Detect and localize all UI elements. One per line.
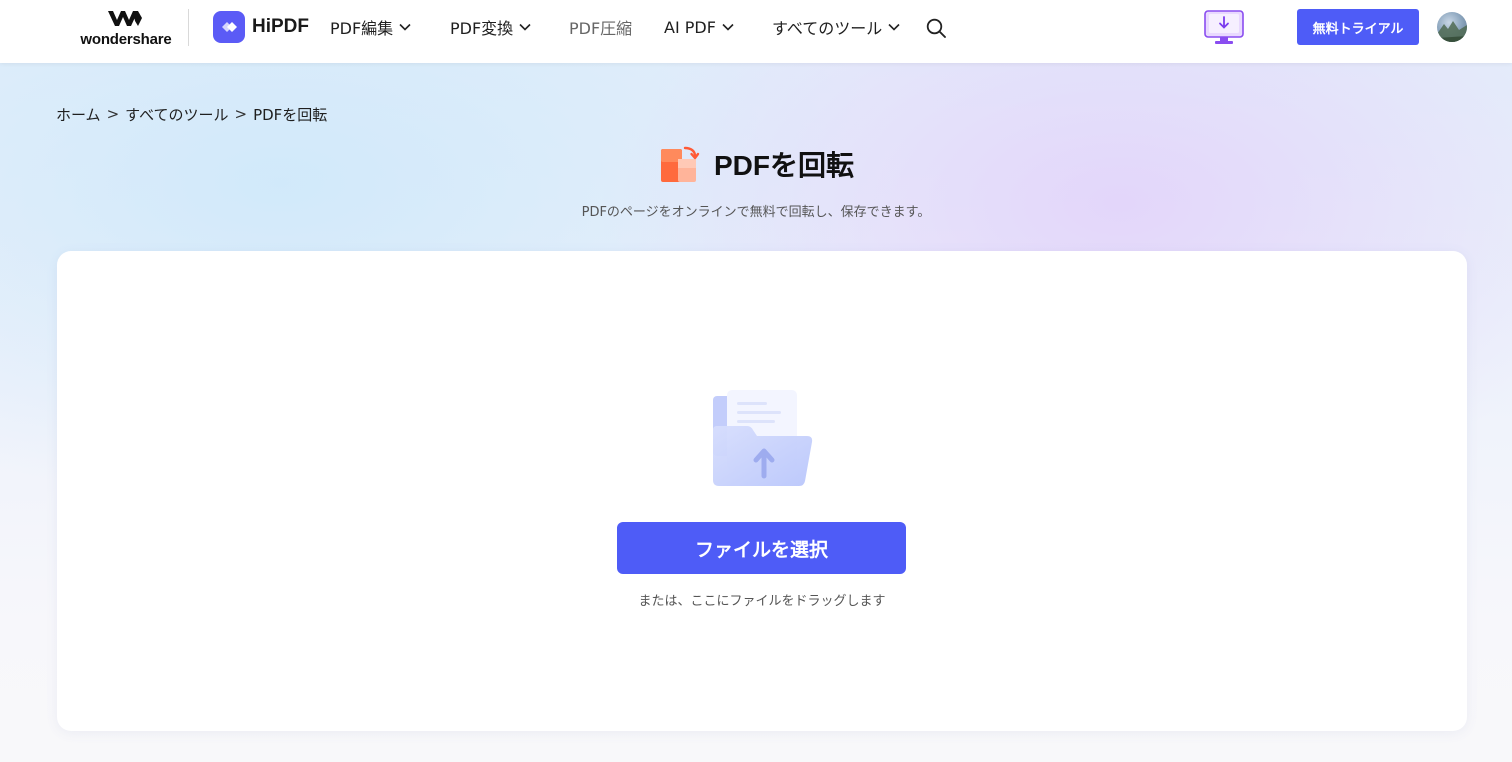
search-icon[interactable] — [925, 17, 947, 39]
breadcrumb-current-page: PDFを回転 — [253, 105, 328, 124]
nav-label: すべてのツール — [772, 19, 883, 38]
hipdf-logo[interactable]: HiPDF — [213, 11, 309, 43]
breadcrumb-home-link[interactable]: ホーム — [56, 104, 101, 125]
breadcrumb-separator: > — [106, 105, 120, 123]
wondershare-logo[interactable]: wondershare — [78, 9, 174, 49]
nav-ai-pdf[interactable]: AI PDF — [664, 16, 735, 38]
nav-label: PDF圧縮 — [569, 19, 633, 38]
wondershare-wordmark: wondershare — [80, 31, 172, 48]
breadcrumb-all-tools-link[interactable]: すべてのツール — [125, 104, 228, 125]
upload-dropzone[interactable]: ファイルを選択 または、ここにファイルをドラッグします — [57, 251, 1467, 731]
breadcrumb-separator: > — [234, 105, 248, 123]
nav-label: PDF変換 — [450, 19, 514, 38]
breadcrumb: ホーム > すべてのツール > PDFを回転 — [56, 103, 327, 125]
page-subtitle: PDFのページをオンラインで無料で回転し、保存できます。 — [581, 205, 931, 220]
hipdf-wordmark: HiPDF — [252, 16, 309, 37]
nav-pdf-convert[interactable]: PDF変換 — [450, 16, 532, 38]
page-title: PDFを回転 — [713, 150, 854, 181]
user-avatar[interactable] — [1437, 12, 1467, 42]
nav-label: PDF編集 — [330, 19, 394, 38]
nav-pdf-edit[interactable]: PDF編集 — [330, 16, 412, 38]
nav-all-tools[interactable]: すべてのツール — [772, 16, 901, 38]
chevron-down-icon — [722, 23, 734, 31]
chevron-down-icon — [399, 23, 411, 31]
top-navigation-bar: wondershare HiPDF PDF編集 PDF変換 PDF圧縮 AI P… — [0, 0, 1512, 63]
nav-pdf-compress[interactable]: PDF圧縮 — [569, 16, 632, 38]
free-trial-button[interactable]: 無料トライアル — [1297, 9, 1419, 45]
chevron-down-icon — [519, 23, 531, 31]
folder-upload-icon — [713, 390, 813, 486]
wondershare-mark-icon — [108, 11, 142, 26]
select-file-button[interactable]: ファイルを選択 — [617, 522, 906, 574]
drag-drop-hint: または、ここにファイルをドラッグします — [638, 594, 886, 609]
page-title-row: PDFを回転 — [0, 144, 1512, 184]
chevron-down-icon — [888, 23, 900, 31]
nav-label: AI PDF — [664, 17, 716, 37]
rotate-pdf-icon — [660, 146, 700, 182]
logo-divider — [188, 9, 189, 46]
hipdf-icon — [213, 11, 245, 43]
download-desktop-icon[interactable] — [1203, 10, 1245, 46]
